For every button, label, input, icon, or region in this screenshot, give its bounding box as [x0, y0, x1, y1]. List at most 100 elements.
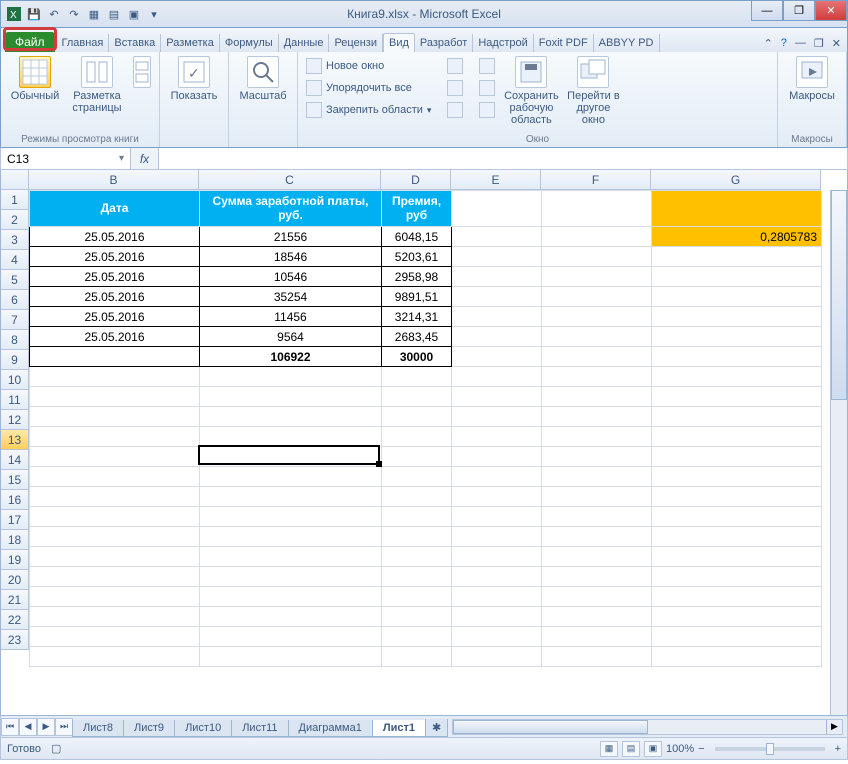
cell[interactable]	[30, 467, 200, 487]
cell[interactable]: 11456	[200, 307, 382, 327]
cell[interactable]	[30, 587, 200, 607]
cell[interactable]	[542, 327, 652, 347]
cell[interactable]	[200, 387, 382, 407]
row-header-10[interactable]: 10	[1, 370, 29, 390]
sheet-tab-Лист10[interactable]: Лист10	[174, 720, 232, 737]
cell[interactable]	[542, 487, 652, 507]
cell[interactable]: 25.05.2016	[30, 327, 200, 347]
sync3-button[interactable]	[477, 100, 497, 120]
select-all-corner[interactable]	[1, 170, 29, 190]
cell[interactable]	[200, 547, 382, 567]
fx-button[interactable]: fx	[131, 148, 159, 169]
cell[interactable]: 6048,15	[382, 227, 452, 247]
cell[interactable]	[652, 287, 822, 307]
cell[interactable]	[30, 567, 200, 587]
sheet-tab-Лист11[interactable]: Лист11	[231, 720, 288, 737]
cell[interactable]: 30000	[382, 347, 452, 367]
cell[interactable]	[452, 627, 542, 647]
row-header-21[interactable]: 21	[1, 590, 29, 610]
cell[interactable]	[30, 407, 200, 427]
tab-layout[interactable]: Разметка	[161, 34, 220, 52]
cell[interactable]: 25.05.2016	[30, 267, 200, 287]
cell[interactable]	[542, 647, 652, 667]
tab-abbyy[interactable]: ABBYY PD	[594, 34, 660, 52]
cell[interactable]	[652, 507, 822, 527]
cell[interactable]	[542, 407, 652, 427]
row-header-16[interactable]: 16	[1, 490, 29, 510]
views-more-button[interactable]	[131, 56, 153, 88]
cell[interactable]	[652, 447, 822, 467]
help-icon[interactable]: ?	[781, 37, 787, 50]
row-header-15[interactable]: 15	[1, 470, 29, 490]
new-sheet-button[interactable]: ✱	[425, 719, 448, 737]
grid[interactable]: BCDEFG 123456789101112131415161718192021…	[0, 170, 848, 716]
row-header-18[interactable]: 18	[1, 530, 29, 550]
row-header-7[interactable]: 7	[1, 310, 29, 330]
arrange-all-button[interactable]: Упорядочить все	[304, 78, 433, 98]
cell[interactable]	[452, 427, 542, 447]
sync2-button[interactable]	[477, 78, 497, 98]
row-headers[interactable]: 1234567891011121314151617181920212223	[1, 190, 29, 650]
cell[interactable]	[30, 387, 200, 407]
cell[interactable]	[652, 427, 822, 447]
cell[interactable]	[542, 387, 652, 407]
cell[interactable]	[652, 191, 822, 227]
zoom-button[interactable]: Масштаб	[235, 56, 291, 102]
minimize-button[interactable]: —	[751, 1, 783, 21]
cell[interactable]	[452, 347, 542, 367]
cell[interactable]	[452, 527, 542, 547]
save-workspace-button[interactable]: Сохранить рабочую область	[503, 56, 559, 126]
close-button[interactable]: ✕	[815, 1, 847, 21]
row-header-20[interactable]: 20	[1, 570, 29, 590]
cell[interactable]: 2958,98	[382, 267, 452, 287]
page-layout-button[interactable]: Разметка страницы	[69, 56, 125, 114]
cell[interactable]	[452, 327, 542, 347]
row-header-14[interactable]: 14	[1, 450, 29, 470]
row-header-3[interactable]: 3	[1, 230, 29, 250]
cell[interactable]	[200, 567, 382, 587]
cell[interactable]	[542, 367, 652, 387]
cell[interactable]: 106922	[200, 347, 382, 367]
col-header-G[interactable]: G	[651, 170, 821, 190]
row-header-6[interactable]: 6	[1, 290, 29, 310]
row-header-12[interactable]: 12	[1, 410, 29, 430]
row-header-9[interactable]: 9	[1, 350, 29, 370]
cell[interactable]	[542, 627, 652, 647]
cell[interactable]	[382, 627, 452, 647]
cell[interactable]	[542, 347, 652, 367]
save-icon[interactable]: 💾	[25, 5, 43, 23]
cell[interactable]	[652, 467, 822, 487]
undo-icon[interactable]: ↶	[45, 5, 63, 23]
cell[interactable]: 9564	[200, 327, 382, 347]
cell[interactable]	[200, 507, 382, 527]
cell[interactable]	[652, 307, 822, 327]
split-button[interactable]	[445, 56, 465, 76]
hide-button[interactable]	[445, 78, 465, 98]
macro-record-icon[interactable]: ▢	[51, 742, 61, 755]
cell[interactable]	[452, 247, 542, 267]
row-header-8[interactable]: 8	[1, 330, 29, 350]
cell[interactable]	[542, 527, 652, 547]
cell[interactable]	[200, 427, 382, 447]
cell[interactable]	[652, 367, 822, 387]
cell[interactable]	[30, 487, 200, 507]
cell[interactable]	[652, 547, 822, 567]
cell[interactable]	[452, 387, 542, 407]
tab-formulas[interactable]: Формулы	[220, 34, 279, 52]
col-header-B[interactable]: B	[29, 170, 199, 190]
cell[interactable]	[382, 447, 452, 467]
cell[interactable]	[652, 567, 822, 587]
cell[interactable]	[200, 627, 382, 647]
view-pagebreak-icon[interactable]: ▣	[644, 741, 662, 757]
cell[interactable]: 2683,45	[382, 327, 452, 347]
cell[interactable]	[452, 547, 542, 567]
cell[interactable]	[382, 427, 452, 447]
file-tab[interactable]: Файл	[5, 32, 55, 52]
cell[interactable]: 5203,61	[382, 247, 452, 267]
cell[interactable]: 35254	[200, 287, 382, 307]
row-header-23[interactable]: 23	[1, 630, 29, 650]
cell[interactable]	[382, 647, 452, 667]
tab-insert[interactable]: Вставка	[109, 34, 161, 52]
cell[interactable]	[452, 267, 542, 287]
cell[interactable]	[382, 387, 452, 407]
